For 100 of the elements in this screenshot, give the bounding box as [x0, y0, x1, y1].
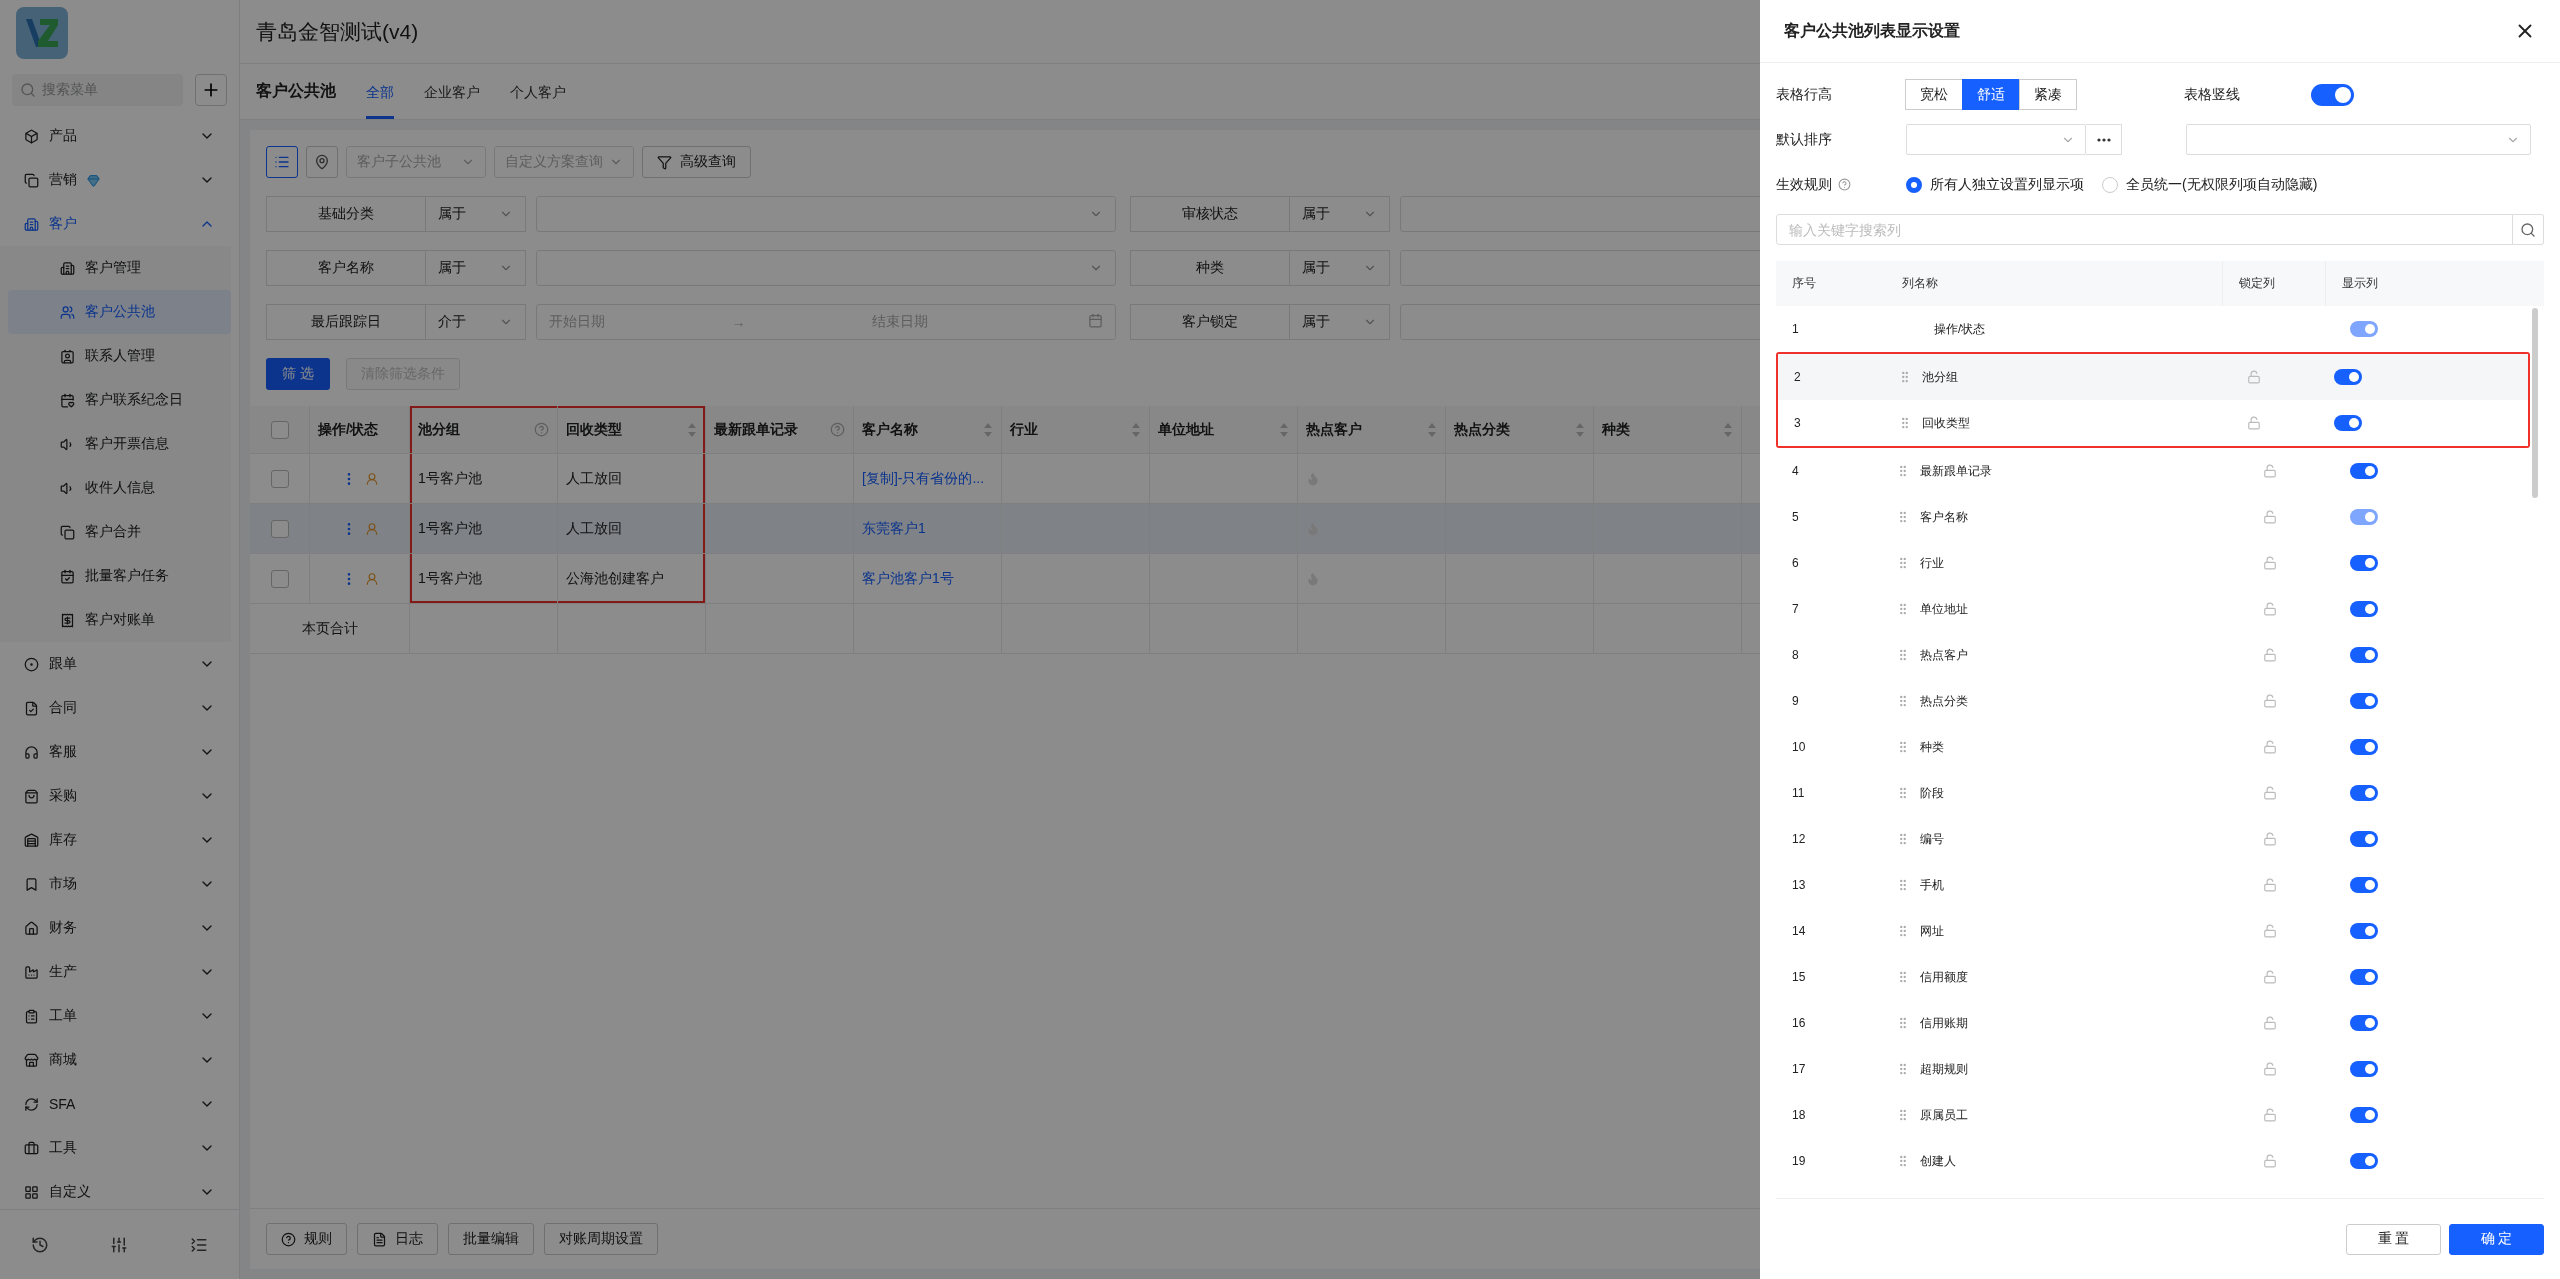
sort-icon[interactable]	[687, 421, 697, 438]
unlock-icon[interactable]	[2263, 786, 2277, 800]
checkbox[interactable]	[270, 469, 289, 488]
tab[interactable]: 全部	[366, 84, 394, 119]
column-header[interactable]: 热点客户	[1298, 406, 1446, 453]
filter-button[interactable]: 筛 选	[266, 358, 330, 390]
action-button[interactable]: 日志	[357, 1223, 438, 1255]
column-search-field[interactable]: 输入关键字搜索列	[1776, 214, 2513, 245]
row-height-option[interactable]: 紧凑	[2019, 79, 2077, 110]
menu-item[interactable]: 商城	[0, 1038, 239, 1082]
show-column-toggle[interactable]	[2350, 739, 2378, 755]
show-column-toggle[interactable]	[2350, 555, 2378, 571]
submenu-item[interactable]: 客户管理	[8, 246, 231, 290]
unlock-icon[interactable]	[2263, 694, 2277, 708]
customer-link[interactable]: 客户池客户1号	[854, 554, 1002, 603]
add-button[interactable]	[195, 74, 227, 106]
collapse-icon[interactable]	[190, 1235, 209, 1254]
column-header[interactable]: 回收类型	[558, 406, 706, 453]
customer-link[interactable]: 东莞客户1	[854, 504, 1002, 553]
submenu-item[interactable]: 联系人管理	[8, 334, 231, 378]
show-column-toggle[interactable]	[2350, 969, 2378, 985]
sort-icon[interactable]	[1279, 421, 1289, 438]
list-view-button[interactable]	[266, 146, 298, 178]
submenu-item[interactable]: 客户开票信息	[8, 422, 231, 466]
show-column-toggle[interactable]	[2350, 647, 2378, 663]
menu-item[interactable]: 客户	[0, 202, 239, 246]
show-column-toggle[interactable]	[2350, 877, 2378, 893]
show-column-toggle[interactable]	[2350, 1061, 2378, 1077]
menu-item[interactable]: 产品	[0, 114, 239, 158]
menu-item[interactable]: 采购	[0, 774, 239, 818]
sort-icon[interactable]	[1427, 421, 1437, 438]
unlock-icon[interactable]	[2263, 464, 2277, 478]
action-button[interactable]: 规则	[266, 1223, 347, 1255]
action-button[interactable]: 批量编辑	[448, 1223, 534, 1255]
column-header[interactable]: 操作/状态	[310, 406, 410, 453]
menu-item[interactable]: 营销	[0, 158, 239, 202]
unlock-icon[interactable]	[2263, 878, 2277, 892]
submenu-item[interactable]: 收件人信息	[8, 466, 231, 510]
show-column-toggle[interactable]	[2334, 369, 2362, 385]
show-column-toggle[interactable]	[2350, 1107, 2378, 1123]
show-column-toggle[interactable]	[2350, 785, 2378, 801]
menu-item[interactable]: 市场	[0, 862, 239, 906]
column-header[interactable]: 行业	[1002, 406, 1150, 453]
unlock-icon[interactable]	[2263, 1016, 2277, 1030]
operator-select[interactable]: 属于	[1290, 196, 1390, 232]
submenu-item[interactable]: 批量客户任务	[8, 554, 231, 598]
sort-field-select[interactable]	[1906, 124, 2086, 155]
confirm-button[interactable]: 确 定	[2449, 1223, 2544, 1255]
unlock-icon[interactable]	[2263, 648, 2277, 662]
reset-button[interactable]: 重 置	[2346, 1223, 2441, 1255]
sort-icon[interactable]	[1131, 421, 1141, 438]
show-column-toggle[interactable]	[2350, 1015, 2378, 1031]
radio-option[interactable]: 全员统一(无权限列项自动隐藏)	[2102, 175, 2318, 194]
unlock-icon[interactable]	[2263, 1154, 2277, 1168]
radio-option[interactable]: 所有人独立设置列显示项	[1906, 175, 2084, 194]
unlock-icon[interactable]	[2263, 740, 2277, 754]
history-icon[interactable]	[30, 1235, 49, 1254]
unlock-icon[interactable]	[2263, 832, 2277, 846]
menu-item[interactable]: 生产	[0, 950, 239, 994]
menu-item[interactable]: 跟单	[0, 642, 239, 686]
sort-order-select[interactable]	[2186, 124, 2531, 155]
sort-icon[interactable]	[983, 421, 993, 438]
unlock-icon[interactable]	[2247, 370, 2261, 384]
checkbox[interactable]	[270, 569, 289, 588]
show-column-toggle[interactable]	[2350, 923, 2378, 939]
menu-item[interactable]: 工具	[0, 1126, 239, 1170]
more-button[interactable]	[2086, 124, 2122, 155]
tab[interactable]: 企业客户	[424, 84, 480, 119]
checkbox[interactable]	[270, 519, 289, 538]
show-column-toggle[interactable]	[2350, 693, 2378, 709]
menu-item[interactable]: 客服	[0, 730, 239, 774]
operator-select[interactable]: 属于	[426, 250, 526, 286]
unlock-icon[interactable]	[2263, 602, 2277, 616]
show-column-toggle[interactable]	[2350, 601, 2378, 617]
unlock-icon[interactable]	[2263, 1062, 2277, 1076]
column-header[interactable]: 热点分类	[1446, 406, 1594, 453]
show-column-toggle[interactable]	[2350, 831, 2378, 847]
advanced-search-button[interactable]: 高级查询	[642, 146, 751, 178]
row-height-option[interactable]: 宽松	[1905, 79, 1963, 110]
sort-icon[interactable]	[1723, 421, 1733, 438]
column-header[interactable]: 种类	[1594, 406, 1742, 453]
column-header[interactable]: 客户名称	[854, 406, 1002, 453]
menu-item[interactable]: 财务	[0, 906, 239, 950]
submenu-item[interactable]: 客户公共池	[8, 290, 231, 334]
vertical-lines-toggle[interactable]	[2311, 83, 2354, 106]
column-header[interactable]: 最新跟单记录	[706, 406, 854, 453]
menu-item[interactable]: 合同	[0, 686, 239, 730]
tab[interactable]: 个人客户	[510, 84, 566, 119]
unlock-icon[interactable]	[2263, 970, 2277, 984]
checkbox[interactable]	[270, 420, 289, 439]
map-view-button[interactable]	[306, 146, 338, 178]
show-column-toggle[interactable]	[2350, 1153, 2378, 1169]
scrollbar[interactable]	[2532, 308, 2538, 498]
operator-select[interactable]: 属于	[1290, 304, 1390, 340]
show-column-toggle[interactable]	[2334, 415, 2362, 431]
customer-link[interactable]: [复制]-只有省份的...	[854, 454, 1002, 503]
sliders-icon[interactable]	[110, 1235, 129, 1254]
operator-select[interactable]: 属于	[1290, 250, 1390, 286]
menu-item[interactable]: 库存	[0, 818, 239, 862]
submenu-item[interactable]: 客户联系纪念日	[8, 378, 231, 422]
